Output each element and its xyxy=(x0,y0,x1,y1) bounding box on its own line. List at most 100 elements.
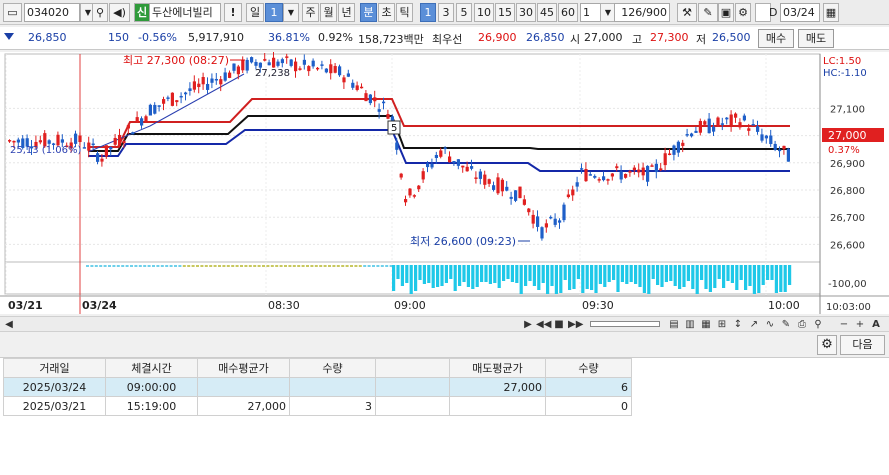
candle-body xyxy=(316,67,320,70)
sub-bar xyxy=(405,265,409,283)
candle-body xyxy=(285,56,289,58)
period-second[interactable]: 초 xyxy=(378,3,395,22)
candle-body xyxy=(461,165,465,168)
interval-45[interactable]: 45 xyxy=(537,3,557,22)
sub-bar xyxy=(310,265,314,267)
calendar-icon[interactable]: ▦ xyxy=(823,3,839,22)
sub-bar xyxy=(418,265,422,280)
candle-body xyxy=(175,100,179,103)
sub-bar xyxy=(612,265,616,280)
scroll-right-icon[interactable]: ▶ xyxy=(522,318,534,331)
stock-name-field[interactable]: 두산에너빌리 xyxy=(149,3,221,22)
sub-bar xyxy=(288,265,292,267)
cursor-icon[interactable]: ↕ xyxy=(732,318,744,331)
price-chart[interactable]: 27,100 27,000 26,900 26,800 26,700 26,600 03/2… xyxy=(0,51,889,314)
split-icon[interactable]: ▥ xyxy=(684,318,696,331)
col-trade-date[interactable]: 거래일 xyxy=(3,358,106,378)
interval-15[interactable]: 15 xyxy=(495,3,515,22)
interval-30[interactable]: 30 xyxy=(516,3,536,22)
interval-3[interactable]: 3 xyxy=(438,3,454,22)
cell-sell-qty: 6 xyxy=(545,377,632,397)
grid-icon[interactable]: ▦ xyxy=(700,318,712,331)
sub-bar xyxy=(572,265,576,289)
period-tick[interactable]: 틱 xyxy=(396,3,413,22)
bar-count-field[interactable]: 126/900 xyxy=(614,3,670,22)
candle-body xyxy=(588,174,592,176)
stock-code-input[interactable]: 034020 xyxy=(24,3,80,22)
period-month[interactable]: 월 xyxy=(320,3,337,22)
candle-body xyxy=(553,218,557,225)
sound-icon[interactable]: ◀) xyxy=(109,3,130,22)
sub-bar xyxy=(480,265,484,282)
sub-bar xyxy=(440,265,444,286)
magnifier-icon[interactable]: ⚲ xyxy=(812,318,824,331)
rewind-icon[interactable]: ◀◀ xyxy=(536,318,551,331)
zoom-slider[interactable] xyxy=(590,321,660,327)
font-size-icon[interactable]: A xyxy=(870,318,882,331)
gear-icon[interactable]: ⚙ xyxy=(735,3,751,22)
indicator-icon[interactable]: ⊞ xyxy=(716,318,728,331)
zoom-out-icon[interactable]: − xyxy=(838,318,850,331)
sub-bar xyxy=(400,265,404,286)
col-sell-qty[interactable]: 수량 xyxy=(545,358,632,378)
interval-60[interactable]: 60 xyxy=(558,3,578,22)
interval-5[interactable]: 5 xyxy=(456,3,472,22)
sub-bar xyxy=(284,265,287,267)
chevron-down-icon[interactable]: ▼ xyxy=(283,3,299,22)
sub-bar xyxy=(471,265,475,289)
buy-button[interactable]: 매수 xyxy=(758,29,794,48)
sell-button[interactable]: 매도 xyxy=(798,29,834,48)
quote-bar: 26,850 150 -0.56% 5,917,910 36.81% 0.92%… xyxy=(0,27,889,50)
col-buy-avg[interactable]: 매수평균가 xyxy=(197,358,290,378)
period-year[interactable]: 년 xyxy=(338,3,355,22)
col-exec-time[interactable]: 체결시간 xyxy=(105,358,198,378)
candle-body xyxy=(188,88,192,92)
cell-buy-qty xyxy=(289,377,376,397)
col-sell-avg[interactable]: 매도평균가 xyxy=(449,358,546,378)
sub-bar xyxy=(510,265,514,282)
period-minute[interactable]: 분 xyxy=(360,3,377,22)
candle-body xyxy=(773,143,777,150)
candle-body xyxy=(368,94,372,104)
candle-body xyxy=(518,186,522,199)
gear-icon[interactable]: ⚙ xyxy=(817,335,837,355)
interval-10[interactable]: 10 xyxy=(474,3,494,22)
interval-1[interactable]: 1 xyxy=(420,3,436,22)
zoom-in-icon[interactable]: + xyxy=(854,318,866,331)
table-row[interactable]: 2025/03/24 09:00:00 27,000 6 xyxy=(3,377,632,397)
period-week[interactable]: 주 xyxy=(302,3,319,22)
stop-icon[interactable]: ■ xyxy=(553,318,565,331)
cell-blank xyxy=(375,396,450,416)
period-num-select[interactable]: 1 xyxy=(265,3,283,22)
candle-body xyxy=(47,140,51,144)
sub-bar xyxy=(345,265,349,267)
sub-bar xyxy=(196,265,199,267)
save-icon[interactable]: ▣ xyxy=(718,3,734,22)
wave-icon[interactable]: ∿ xyxy=(764,318,776,331)
sub-bar xyxy=(116,265,120,267)
candle-body xyxy=(448,156,452,163)
col-buy-qty[interactable]: 수량 xyxy=(289,358,376,378)
candle-body xyxy=(104,145,108,157)
print-icon[interactable]: ⎙ xyxy=(796,318,808,331)
trend-icon[interactable]: ↗ xyxy=(748,318,760,331)
pencil-icon[interactable]: ✎ xyxy=(780,318,792,331)
current-price: 26,850 xyxy=(28,31,67,44)
table-row[interactable]: 2025/03/21 15:19:00 27,000 3 0 xyxy=(3,396,632,416)
scroll-left-icon[interactable]: ◀ xyxy=(3,318,15,331)
date-input[interactable]: 03/24 xyxy=(780,3,820,22)
sub-bar xyxy=(656,265,660,285)
tools-icon[interactable]: ⚒ xyxy=(677,3,697,22)
period-day-button[interactable]: 일 xyxy=(246,3,264,22)
draw-icon[interactable]: ✎ xyxy=(698,3,718,22)
alert-button[interactable]: ! xyxy=(224,3,242,22)
layout-icon[interactable]: ▤ xyxy=(668,318,680,331)
sub-bar xyxy=(204,265,208,267)
next-button[interactable]: 다음 xyxy=(840,335,885,355)
fast-forward-icon[interactable]: ▶▶ xyxy=(568,318,583,331)
chart-scrollbar[interactable]: ◀ ▶ ◀◀ ■ ▶▶ ▤ ▥ ▦ ⊞ ↕ ↗ ∿ ✎ ⎙ ⚲ − + A xyxy=(0,316,889,332)
sub-bar xyxy=(160,265,164,267)
search-icon[interactable]: ⚲ xyxy=(92,3,108,22)
window-menu-icon[interactable]: ▭ xyxy=(3,3,22,22)
sub-bar xyxy=(660,265,664,287)
